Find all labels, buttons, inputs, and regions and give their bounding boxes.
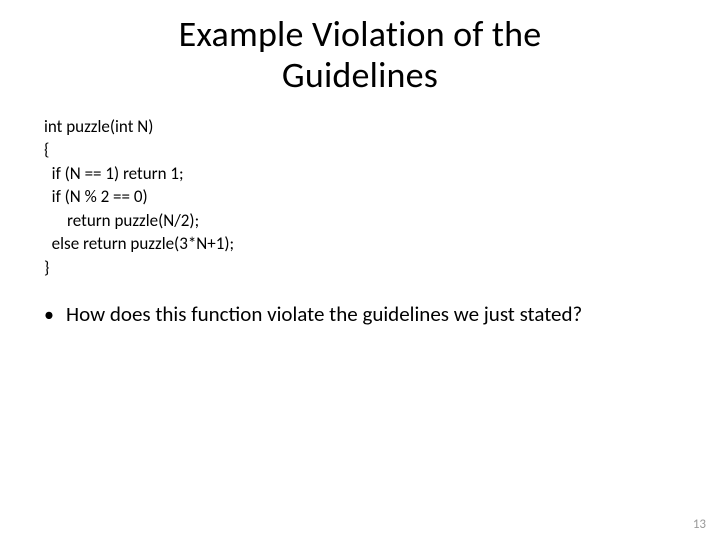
code-line: return puzzle(N/2); xyxy=(44,209,680,232)
code-line: } xyxy=(44,256,680,279)
bullet-text: How does this function violate the guide… xyxy=(66,301,582,328)
title-line-1: Example Violation of the xyxy=(179,12,542,56)
slide: Example Violation of the Guidelines int … xyxy=(0,0,720,540)
code-line: { xyxy=(44,138,680,161)
code-line: else return puzzle(3*N+1); xyxy=(44,232,680,255)
bullet-item: • How does this function violate the gui… xyxy=(44,301,680,328)
page-number: 13 xyxy=(693,517,706,532)
slide-title: Example Violation of the Guidelines xyxy=(40,14,680,97)
bullet-marker: • xyxy=(44,301,66,328)
code-block: int puzzle(int N) { if (N == 1) return 1… xyxy=(44,115,680,279)
code-line: if (N == 1) return 1; xyxy=(44,162,680,185)
code-line: int puzzle(int N) xyxy=(44,115,680,138)
title-line-2: Guidelines xyxy=(282,53,438,97)
code-line: if (N % 2 == 0) xyxy=(44,185,680,208)
